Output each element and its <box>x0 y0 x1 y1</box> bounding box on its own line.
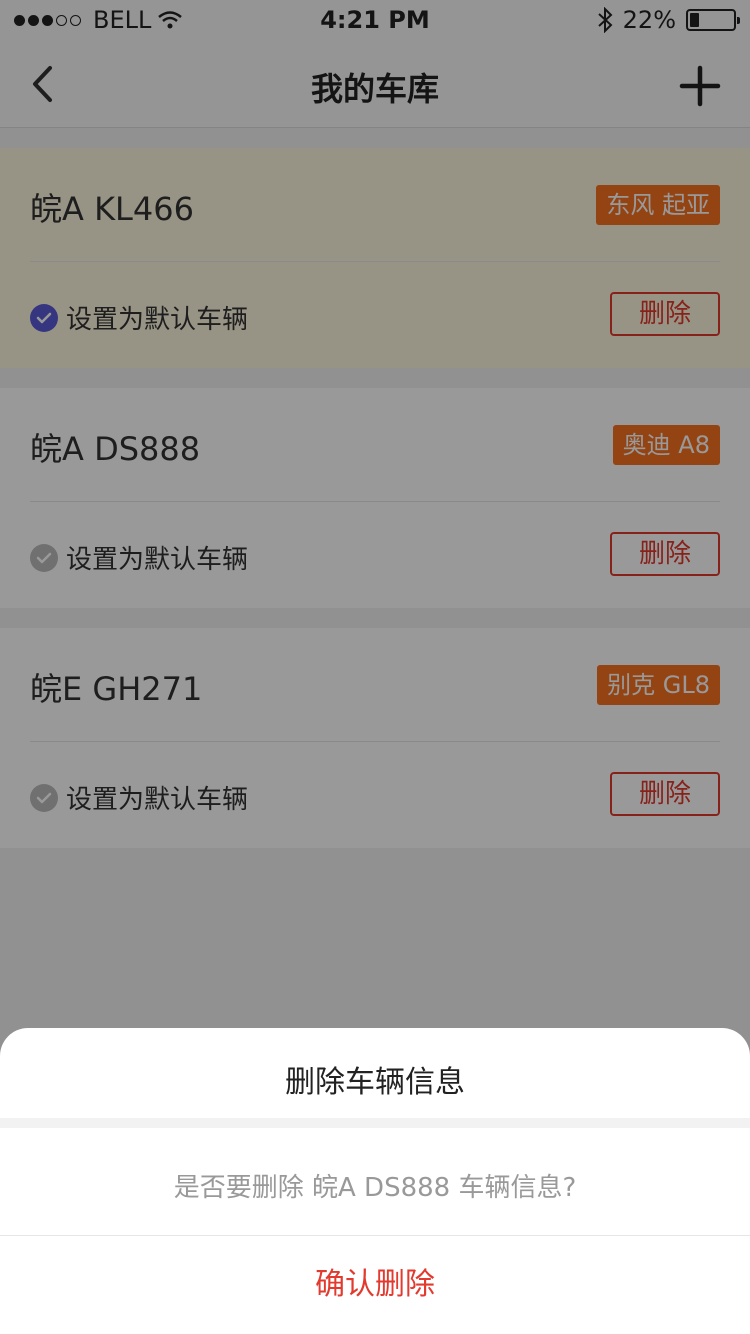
sheet-message: 是否要删除 皖A DS888 车辆信息? <box>0 1138 750 1236</box>
delete-confirm-sheet: 删除车辆信息 是否要删除 皖A DS888 车辆信息? 确认删除 <box>0 1028 750 1334</box>
confirm-delete-button[interactable]: 确认删除 <box>0 1236 750 1334</box>
sheet-title: 删除车辆信息 <box>0 1028 750 1128</box>
